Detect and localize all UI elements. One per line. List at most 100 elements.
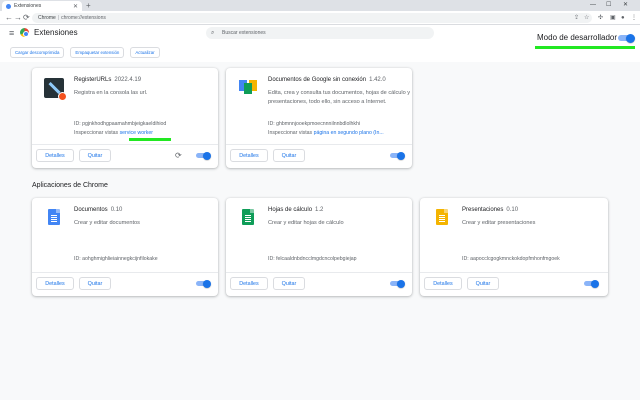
remove-button[interactable]: Quitar	[467, 277, 499, 290]
extension-version: 1.42.0	[369, 77, 386, 83]
omnibox-url: chrome://extensions	[61, 15, 106, 21]
side-panel-icon[interactable]: ▣	[610, 13, 616, 23]
developer-mode-label: Modo de desarrollador	[537, 33, 618, 42]
extensions-puzzle-icon[interactable]: ✣	[598, 13, 603, 23]
details-button[interactable]: Detalles	[36, 277, 74, 290]
card-divider	[226, 272, 412, 273]
app-id: ID: felcaaldnbdncclmgdcncolpebgiejap	[268, 256, 357, 262]
remove-button[interactable]: Quitar	[273, 277, 305, 290]
docs-sheet-shape	[48, 209, 60, 225]
extension-enable-toggle[interactable]	[390, 151, 405, 160]
maximize-icon[interactable]: ☐	[606, 0, 611, 11]
app-enable-toggle[interactable]	[196, 279, 211, 288]
browser-toolbar: ← → ⟳ Chrome | chrome://extensions ⇪ ☆ ✣ ▣…	[0, 11, 640, 25]
developer-mode-toggle[interactable]	[618, 33, 635, 43]
pack-extension-button[interactable]: Empaquetar extensión	[70, 47, 125, 58]
address-bar[interactable]: Chrome | chrome://extensions	[32, 13, 592, 23]
sheet-lines	[439, 215, 445, 216]
extension-title: RegisterURLs	[74, 77, 112, 83]
card-divider	[32, 144, 218, 145]
app-version: 0.10	[110, 207, 123, 213]
extension-card-docs-offline: Documentos de Google sin conexión 1.42.0 …	[226, 68, 412, 168]
chrome-apps-section-title: Aplicaciones de Chrome	[32, 182, 108, 189]
details-button[interactable]: Detalles	[424, 277, 462, 290]
extension-card-registerurls: RegisterURLs 2022.4.19 Registra en la con…	[32, 68, 218, 168]
details-button[interactable]: Detalles	[36, 149, 74, 162]
toggle-knob	[397, 279, 405, 288]
remove-button[interactable]: Quitar	[79, 149, 111, 162]
more-menu-icon[interactable]: ⋮	[631, 13, 637, 23]
profile-avatar-icon[interactable]: ●	[621, 13, 625, 23]
search-icon: ⌕	[211, 30, 215, 36]
minimize-icon[interactable]: —	[590, 0, 596, 11]
extension-id: ID: ghbmnnjooekpmoecnnnilnnbdlolhkhi	[268, 121, 360, 127]
tab-title: Extensiones	[14, 3, 42, 9]
hamburger-menu-icon[interactable]: ≡	[9, 28, 14, 38]
extension-enable-toggle[interactable]	[196, 151, 211, 160]
close-window-icon[interactable]: ✕	[623, 0, 628, 11]
sheet-corner	[444, 209, 448, 213]
toggle-knob	[591, 279, 599, 288]
extension-description: Edita, crea y consulta tus documentos, h…	[268, 90, 411, 105]
inspect-views: Inspeccionar vistas service worker	[74, 130, 153, 136]
service-worker-link[interactable]: service worker	[120, 130, 153, 136]
sheet-corner	[250, 209, 254, 213]
app-name: Hojas de cálculo 1.2	[268, 207, 323, 213]
reload-extension-icon[interactable]: ⟳	[175, 152, 182, 160]
app-title: Hojas de cálculo	[268, 207, 313, 213]
sheets-sheet-shape	[242, 209, 254, 225]
share-icon[interactable]: ⇪	[574, 13, 579, 23]
slides-sheet-shape	[436, 209, 448, 225]
record-badge-icon	[58, 92, 67, 101]
background-page-link[interactable]: página en segundo plano (In...	[314, 130, 384, 136]
back-icon[interactable]: ←	[5, 12, 13, 24]
tab-extensions[interactable]: Extensiones ✕	[2, 1, 82, 11]
toggle-knob	[626, 33, 635, 43]
load-unpacked-button[interactable]: Cargar descomprimida	[10, 47, 65, 58]
app-card-presentaciones: Presentaciones 0.10 Crear y editar presen…	[420, 198, 608, 296]
details-button[interactable]: Detalles	[230, 277, 268, 290]
app-id: ID: aapocclcgogkmnckokdopfmhonfmgoek	[462, 256, 560, 262]
update-button[interactable]: Actualizar	[130, 47, 160, 58]
app-enable-toggle[interactable]	[584, 279, 599, 288]
page-title: Extensiones	[34, 28, 78, 37]
chrome-logo-icon	[20, 28, 29, 37]
app-name: Documentos 0.10	[74, 207, 122, 213]
toggle-knob	[203, 151, 211, 160]
forward-icon[interactable]: →	[14, 12, 22, 24]
app-version: 0.10	[506, 207, 519, 213]
new-tab-button[interactable]: +	[86, 1, 91, 10]
app-title: Documentos	[74, 207, 108, 213]
remove-button[interactable]: Quitar	[79, 277, 111, 290]
toggle-knob	[203, 279, 211, 288]
service-worker-highlight	[129, 138, 171, 141]
search-input[interactable]: ⌕ Buscar extensiones	[206, 27, 434, 39]
app-id: ID: aohghmighlieiainnegkcijnfilokake	[74, 256, 158, 262]
toggle-knob	[397, 151, 405, 160]
reload-page-icon[interactable]: ⟳	[23, 12, 30, 24]
sheet-corner	[56, 209, 60, 213]
sheet-lines	[51, 215, 57, 216]
app-title: Presentaciones	[462, 207, 504, 213]
card-divider	[420, 272, 608, 273]
app-card-hojas-de-calculo: Hojas de cálculo 1.2 Crear y editar hojas…	[226, 198, 412, 296]
details-button[interactable]: Detalles	[230, 149, 268, 162]
developer-mode-highlight	[535, 46, 635, 49]
sheets-sheet-shape	[244, 83, 252, 94]
tab-close-icon[interactable]: ✕	[73, 3, 78, 10]
card-divider	[226, 144, 412, 145]
google-docs-offline-icon	[238, 78, 258, 98]
card-divider	[32, 272, 218, 273]
extension-name: RegisterURLs 2022.4.19	[74, 77, 141, 83]
app-version: 1.2	[315, 207, 324, 213]
extensions-favicon-icon	[6, 3, 11, 9]
inspect-views-label: Inspeccionar vistas	[74, 130, 119, 136]
slides-icon	[432, 208, 452, 228]
bookmark-star-icon[interactable]: ☆	[584, 13, 589, 23]
extension-title: Documentos de Google sin conexión	[268, 77, 367, 83]
inspect-views: Inspeccionar vistas página en segundo pl…	[268, 130, 384, 136]
search-placeholder: Buscar extensiones	[222, 30, 266, 36]
remove-button[interactable]: Quitar	[273, 149, 305, 162]
app-enable-toggle[interactable]	[390, 279, 405, 288]
app-name: Presentaciones 0.10	[462, 207, 518, 213]
